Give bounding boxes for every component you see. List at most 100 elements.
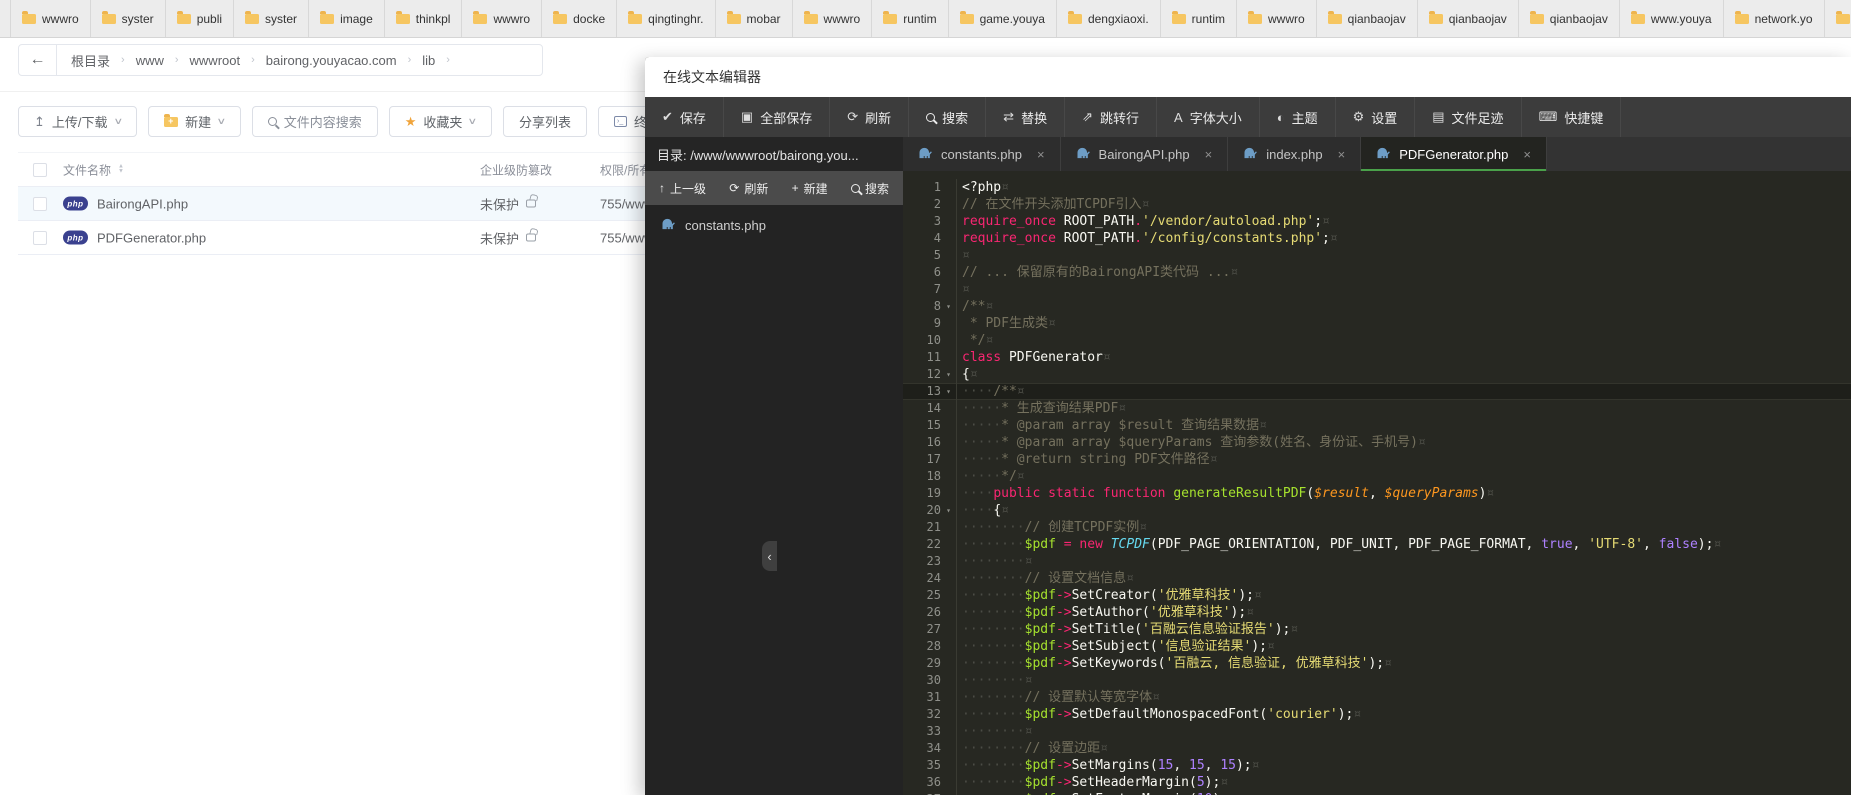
fold-arrow-icon[interactable] (941, 519, 956, 536)
fold-arrow-icon[interactable] (941, 281, 956, 298)
browser-tab[interactable]: publi (166, 0, 234, 37)
editor-toolbar-button[interactable]: ⚙设置 (1336, 97, 1416, 137)
line-number[interactable]: 7 (903, 281, 941, 298)
line-number[interactable]: 29 (903, 655, 941, 672)
fold-arrow-icon[interactable] (941, 621, 956, 638)
breadcrumb-item[interactable]: www (136, 53, 164, 68)
editor-toolbar-button[interactable]: ◐主题 (1260, 97, 1336, 137)
line-number[interactable]: 31 (903, 689, 941, 706)
browser-tab[interactable]: mobar (716, 0, 793, 37)
fold-arrow-icon[interactable] (941, 196, 956, 213)
fold-arrow-icon[interactable] (941, 638, 956, 655)
column-file-name[interactable]: 文件名称 (63, 161, 111, 178)
browser-tab[interactable]: network.yo (1724, 0, 1825, 37)
unlock-icon[interactable] (526, 200, 536, 208)
browser-tab[interactable]: qianbaojav (1418, 0, 1519, 37)
file-name[interactable]: BairongAPI.php (97, 196, 188, 211)
fold-arrow-icon[interactable]: ▾ (941, 298, 956, 315)
browser-tab[interactable]: runtim (872, 0, 948, 37)
browser-tab[interactable]: wwwro (1237, 0, 1317, 37)
browser-tab[interactable]: thinkpl (385, 0, 463, 37)
fold-arrow-icon[interactable]: ▾ (941, 366, 956, 383)
browser-tab[interactable]: game.youya (949, 0, 1057, 37)
fold-arrow-icon[interactable] (941, 604, 956, 621)
line-number[interactable]: 32 (903, 706, 941, 723)
editor-toolbar-button[interactable]: 搜索 (909, 97, 986, 137)
line-number[interactable]: 20 (903, 502, 941, 519)
editor-file-tab[interactable]: index.php× (1228, 137, 1361, 171)
breadcrumb-item[interactable]: 根目录 (71, 51, 110, 70)
editor-file-tab[interactable]: BairongAPI.php× (1061, 137, 1229, 171)
fold-arrow-icon[interactable] (941, 332, 956, 349)
unlock-icon[interactable] (526, 234, 536, 242)
fold-arrow-icon[interactable] (941, 791, 956, 795)
line-number[interactable]: 22 (903, 536, 941, 553)
fm-toolbar-button[interactable]: 文件内容搜索 (252, 106, 378, 137)
line-number[interactable]: 30 (903, 672, 941, 689)
browser-tab[interactable]: syster (234, 0, 309, 37)
fold-arrow-icon[interactable] (941, 723, 956, 740)
browser-tab[interactable]: www.youya (1620, 0, 1724, 37)
browser-tab[interactable]: qianbaojav (1519, 0, 1620, 37)
fold-arrow-icon[interactable] (941, 485, 956, 502)
browser-tab[interactable]: runtim (1161, 0, 1237, 37)
tree-collapse-handle[interactable]: ‹ (762, 541, 777, 571)
browser-tab[interactable]: syster (91, 0, 166, 37)
fold-arrow-icon[interactable]: ▾ (941, 502, 956, 519)
breadcrumb-item[interactable]: bairong.youyacao.com (266, 53, 397, 68)
line-number[interactable]: 2 (903, 196, 941, 213)
line-number[interactable]: 26 (903, 604, 941, 621)
fold-arrow-icon[interactable] (941, 706, 956, 723)
fold-arrow-icon[interactable] (941, 434, 956, 451)
browser-tab[interactable]: qingtinghr. (617, 0, 715, 37)
line-number[interactable]: 11 (903, 349, 941, 366)
line-number[interactable]: 37 (903, 791, 941, 795)
line-number[interactable]: 4 (903, 230, 941, 247)
tree-action-刷新[interactable]: ⟳刷新 (729, 180, 768, 197)
fold-arrow-icon[interactable] (941, 264, 956, 281)
fold-arrow-icon[interactable] (941, 179, 956, 196)
editor-toolbar-button[interactable]: ⌨快捷键 (1522, 97, 1622, 137)
fm-toolbar-button[interactable]: 新建∨ (148, 106, 241, 137)
line-number[interactable]: 6 (903, 264, 941, 281)
line-number[interactable]: 34 (903, 740, 941, 757)
fold-arrow-icon[interactable] (941, 451, 956, 468)
line-number[interactable]: 13 (903, 383, 941, 400)
row-checkbox[interactable] (33, 197, 47, 211)
back-button[interactable]: ← (19, 45, 57, 75)
fold-arrow-icon[interactable] (941, 213, 956, 230)
line-number[interactable]: 36 (903, 774, 941, 791)
browser-tab[interactable]: qingtinghr. (1825, 0, 1851, 37)
tree-action-新建[interactable]: +新建 (792, 180, 828, 197)
line-number[interactable]: 33 (903, 723, 941, 740)
line-number[interactable]: 10 (903, 332, 941, 349)
browser-tab[interactable]: image (309, 0, 385, 37)
code-editor[interactable]: 1<?php¤2// 在文件开头添加TCPDF引入¤3require_once … (903, 171, 1851, 795)
tree-action-搜索[interactable]: 搜索 (851, 180, 889, 197)
close-icon[interactable]: × (1205, 147, 1213, 162)
browser-tab[interactable]: wwwro (793, 0, 873, 37)
fold-arrow-icon[interactable] (941, 587, 956, 604)
fold-arrow-icon[interactable] (941, 689, 956, 706)
browser-tab[interactable]: wwwro (462, 0, 542, 37)
editor-toolbar-button[interactable]: ⇄替换 (986, 97, 1065, 137)
line-number[interactable]: 18 (903, 468, 941, 485)
editor-toolbar-button[interactable]: ▣全部保存 (724, 97, 830, 137)
editor-toolbar-button[interactable]: ▤文件足迹 (1415, 97, 1521, 137)
editor-toolbar-button[interactable]: ✔保存 (645, 97, 724, 137)
line-number[interactable]: 24 (903, 570, 941, 587)
editor-file-tab[interactable]: PDFGenerator.php× (1361, 137, 1547, 171)
fold-arrow-icon[interactable] (941, 230, 956, 247)
breadcrumb-item[interactable]: wwwroot (190, 53, 241, 68)
tree-action-上一级[interactable]: ↑上一级 (659, 180, 706, 197)
line-number[interactable]: 9 (903, 315, 941, 332)
fold-arrow-icon[interactable] (941, 757, 956, 774)
close-icon[interactable]: × (1523, 147, 1531, 162)
fold-arrow-icon[interactable] (941, 349, 956, 366)
fold-arrow-icon[interactable] (941, 417, 956, 434)
editor-toolbar-button[interactable]: ⟳刷新 (830, 97, 909, 137)
fold-arrow-icon[interactable] (941, 553, 956, 570)
line-number[interactable]: 15 (903, 417, 941, 434)
fold-arrow-icon[interactable] (941, 570, 956, 587)
row-checkbox[interactable] (33, 231, 47, 245)
